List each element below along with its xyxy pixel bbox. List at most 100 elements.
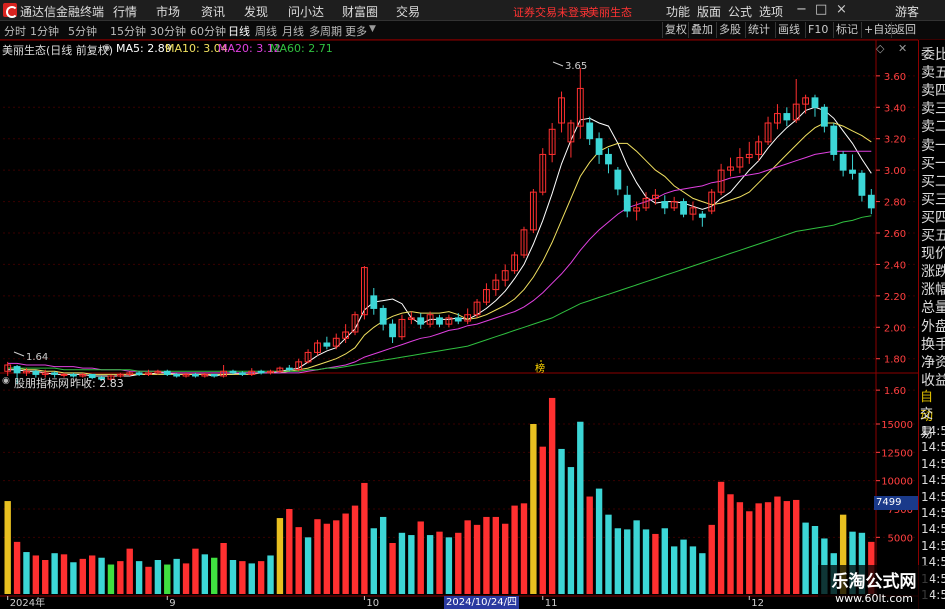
candle — [351, 311, 359, 336]
volume-bar — [633, 520, 640, 594]
volume-bar — [201, 554, 209, 594]
candle — [445, 314, 453, 328]
candle — [858, 170, 866, 202]
close-panel-icon[interactable]: ✕ — [898, 42, 907, 55]
candle-body — [32, 370, 40, 375]
settings-icon[interactable]: ◇ — [876, 42, 884, 55]
candle — [304, 349, 312, 364]
candle — [492, 273, 500, 296]
volume-bar — [426, 535, 434, 594]
candle — [661, 195, 669, 215]
volume-bar — [229, 560, 237, 594]
candle-body — [454, 317, 462, 322]
volume-bar — [689, 546, 697, 594]
candle — [454, 313, 462, 325]
volume-bar — [389, 543, 396, 594]
quote-field-label: 买五 — [921, 228, 945, 244]
volume-bar — [670, 546, 678, 594]
volume-bar — [79, 558, 86, 594]
candlestick-series — [4, 68, 875, 384]
candle — [717, 163, 725, 196]
quote-field-label: 卖五 — [921, 65, 945, 82]
candle — [379, 305, 387, 331]
quote-field-label: 外盘 — [921, 318, 945, 335]
volume-bar — [661, 528, 668, 594]
candle — [238, 371, 246, 376]
volume-bar — [182, 563, 190, 594]
legend-toggle-icon[interactable]: ◉ — [103, 43, 111, 53]
candle — [473, 299, 481, 318]
tick-time-label: 14:56 — [921, 506, 945, 520]
volume-bar — [680, 539, 687, 594]
price-tick-label: 2.00 — [884, 323, 906, 334]
date-tick-label: 10 — [366, 598, 379, 609]
chart-annotations: 3.65 1.64 榜 — [13, 61, 587, 375]
candle — [145, 369, 152, 376]
candle — [332, 333, 340, 350]
candle-body — [614, 169, 622, 190]
candle-body — [192, 373, 199, 377]
candle-body — [586, 122, 594, 140]
volume-bar — [13, 541, 21, 594]
candle — [520, 226, 528, 259]
volume-bar — [32, 555, 40, 594]
quote-field-label: 涨幅 — [921, 282, 945, 299]
candle — [314, 339, 321, 356]
volume-bar — [211, 557, 218, 594]
volume-bar — [436, 531, 443, 594]
candle — [220, 365, 228, 378]
candle-body — [867, 194, 875, 209]
price-tick-label: 2.80 — [884, 198, 906, 209]
candle — [623, 185, 631, 218]
candle — [867, 189, 875, 215]
price-volume-chart[interactable]: 1.60 1.80 2.00 2.20 2.40 2.60 2.80 3.00 3.20 3.40… — [0, 0, 945, 609]
candle-body — [623, 194, 631, 212]
indicator-toggle-icon[interactable]: ◉ — [2, 376, 10, 386]
volume-bar — [23, 552, 30, 594]
candle — [558, 91, 565, 133]
candle — [192, 372, 199, 378]
candle — [210, 373, 218, 378]
candle — [323, 336, 331, 350]
candle — [4, 361, 12, 376]
candle — [360, 266, 368, 320]
candle-body — [858, 172, 866, 196]
volume-bar — [511, 505, 518, 594]
candle — [548, 123, 556, 163]
candle-body — [820, 106, 828, 127]
candle-body — [839, 153, 847, 171]
ma-line-ma20 — [7, 150, 872, 374]
candle — [529, 189, 537, 233]
volume-bar — [267, 555, 274, 594]
volume-bar — [220, 543, 227, 594]
candle — [698, 211, 706, 227]
candle-body — [379, 307, 387, 325]
volume-bar — [164, 564, 171, 594]
volume-bar — [793, 499, 800, 594]
date-tick-label: 11 — [545, 598, 558, 609]
candle — [839, 151, 847, 177]
volume-bar — [558, 448, 565, 594]
volume-bar — [286, 509, 293, 594]
volume-bar — [295, 527, 302, 594]
candle-body — [13, 366, 21, 374]
moving-average-lines — [7, 106, 872, 377]
price-tick-label: 1.80 — [884, 355, 906, 366]
quote-field-label: 卖三 — [921, 101, 945, 118]
candle — [755, 135, 763, 161]
candle — [135, 371, 143, 376]
volume-bar — [502, 523, 509, 594]
candle-body — [229, 370, 237, 374]
candle — [464, 308, 472, 325]
volume-tick-label: 12500 — [881, 448, 913, 459]
ma-line-ma5 — [7, 106, 872, 377]
ma-line-ma10 — [7, 122, 872, 375]
candle — [764, 116, 772, 145]
price-tick-label: 3.20 — [884, 135, 906, 146]
volume-bar — [257, 561, 265, 594]
volume-bar — [624, 529, 631, 594]
volume-bar — [314, 519, 321, 594]
volume-bar — [135, 561, 143, 594]
date-tick-label: 2024年 — [10, 596, 45, 609]
candle-body — [163, 370, 171, 375]
